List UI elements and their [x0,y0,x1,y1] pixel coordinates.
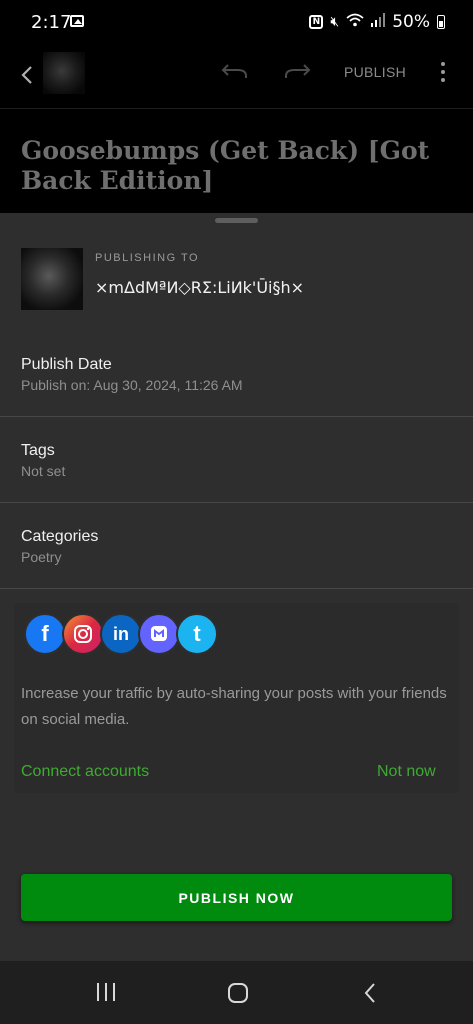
status-time: 2:17 [31,12,72,33]
redo-icon[interactable] [282,62,312,82]
post-title[interactable]: Goosebumps (Get Back) [Got Back Edition] [21,136,451,196]
categories-value[interactable]: Poetry [21,549,61,565]
facebook-icon: f [24,613,66,655]
linkedin-icon: in [100,613,142,655]
not-now-button[interactable]: Not now [377,763,436,781]
status-bar: 2:17 N 🔇︎ 50% [0,0,473,46]
publish-now-button[interactable]: PUBLISH NOW [21,874,452,921]
post-thumbnail[interactable] [43,52,85,94]
nfc-icon: N [309,15,324,29]
home-icon[interactable] [228,983,248,1003]
battery-percent: 50% [392,12,430,32]
site-name: ×mΔdMªИ◇RΣ:LiИk'Ūi§h× [95,278,305,297]
publish-date-title[interactable]: Publish Date [21,356,112,374]
divider [0,588,473,589]
back-chevron-icon[interactable] [18,64,36,86]
instagram-icon [62,613,104,655]
divider [0,502,473,503]
back-icon[interactable] [363,982,377,1004]
social-description: Increase your traffic by auto-sharing yo… [21,685,447,728]
publish-sheet: PUBLISHING TO ×mΔdMªИ◇RΣ:LiИk'Ūi§h× Publ… [0,213,473,961]
gallery-icon [70,15,84,27]
categories-title[interactable]: Categories [21,528,98,546]
recents-icon[interactable] [96,983,116,1001]
publish-button[interactable]: PUBLISH [344,64,406,80]
editor-toolbar: PUBLISH [0,46,473,108]
connect-accounts-button[interactable]: Connect accounts [21,763,149,781]
status-icons: N 🔇︎ 50% [309,12,445,32]
publishing-to-label: PUBLISHING TO [95,252,200,264]
toolbar-divider [0,108,473,109]
wifi-icon [346,13,364,31]
more-vertical-icon[interactable] [436,60,450,84]
signal-icon [371,13,386,31]
mastodon-icon [138,613,180,655]
tumblr-icon: t [176,613,218,655]
publish-date-value[interactable]: Publish on: Aug 30, 2024, 11:26 AM [21,377,243,393]
site-avatar [21,248,83,310]
undo-icon[interactable] [220,62,250,82]
tags-title[interactable]: Tags [21,442,55,460]
system-nav-bar [0,961,473,1024]
drag-handle[interactable] [215,218,258,223]
mute-icon: 🔇︎ [330,14,340,30]
tags-value[interactable]: Not set [21,463,65,479]
divider [0,416,473,417]
battery-icon [437,15,445,29]
